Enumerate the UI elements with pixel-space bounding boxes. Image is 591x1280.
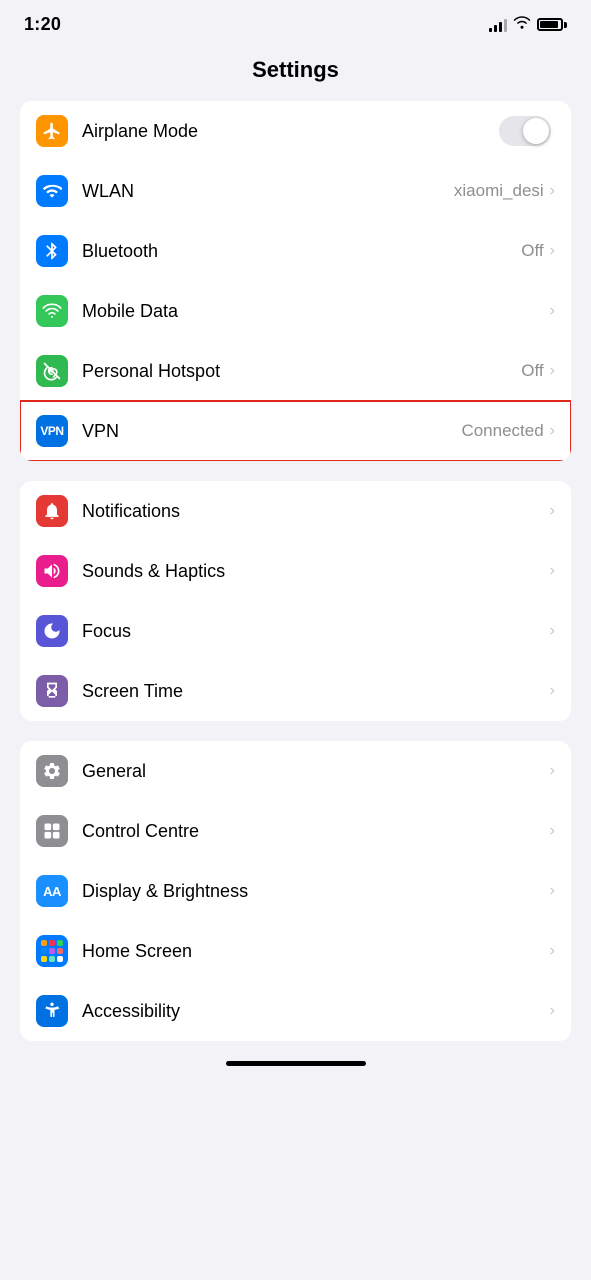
bluetooth-chevron: ›: [550, 242, 555, 260]
notifications-icon: [36, 495, 68, 527]
focus-chevron: ›: [550, 622, 555, 640]
personal-hotspot-chevron: ›: [550, 362, 555, 380]
battery-icon: [537, 18, 567, 31]
display-brightness-row[interactable]: AA Display & Brightness ›: [20, 861, 571, 921]
control-centre-label: Control Centre: [82, 821, 550, 842]
notifications-chevron: ›: [550, 502, 555, 520]
vpn-value: Connected: [461, 421, 543, 441]
personal-hotspot-row[interactable]: Personal Hotspot Off ›: [20, 341, 571, 401]
airplane-mode-icon: [36, 115, 68, 147]
vpn-row[interactable]: VPN VPN Connected ›: [20, 401, 571, 461]
status-icons: [489, 15, 567, 34]
connectivity-group: Airplane Mode WLAN xiaomi_desi › Bluetoo…: [20, 101, 571, 461]
sounds-haptics-label: Sounds & Haptics: [82, 561, 550, 582]
bluetooth-value: Off: [521, 241, 543, 261]
display-brightness-label: Display & Brightness: [82, 881, 550, 902]
vpn-icon: VPN: [36, 415, 68, 447]
sounds-haptics-chevron: ›: [550, 562, 555, 580]
sounds-haptics-row[interactable]: Sounds & Haptics ›: [20, 541, 571, 601]
accessibility-chevron: ›: [550, 1002, 555, 1020]
home-screen-chevron: ›: [550, 942, 555, 960]
wlan-value: xiaomi_desi: [454, 181, 544, 201]
personal-hotspot-value: Off: [521, 361, 543, 381]
wlan-chevron: ›: [550, 182, 555, 200]
personal-hotspot-label: Personal Hotspot: [82, 361, 521, 382]
airplane-mode-toggle[interactable]: [499, 116, 551, 146]
wlan-row[interactable]: WLAN xiaomi_desi ›: [20, 161, 571, 221]
wlan-icon: [36, 175, 68, 207]
notifications-group: Notifications › Sounds & Haptics › Focus…: [20, 481, 571, 721]
vpn-label: VPN: [82, 421, 461, 442]
accessibility-row[interactable]: Accessibility ›: [20, 981, 571, 1041]
home-screen-label: Home Screen: [82, 941, 550, 962]
general-label: General: [82, 761, 550, 782]
general-row[interactable]: General ›: [20, 741, 571, 801]
notifications-label: Notifications: [82, 501, 550, 522]
screen-time-chevron: ›: [550, 682, 555, 700]
airplane-mode-row[interactable]: Airplane Mode: [20, 101, 571, 161]
status-time: 1:20: [24, 14, 61, 35]
mobile-data-icon: [36, 295, 68, 327]
page-title: Settings: [0, 43, 591, 101]
home-screen-icon: [36, 935, 68, 967]
general-group: General › Control Centre › AA Display & …: [20, 741, 571, 1041]
general-chevron: ›: [550, 762, 555, 780]
home-screen-row[interactable]: Home Screen ›: [20, 921, 571, 981]
airplane-mode-label: Airplane Mode: [82, 121, 499, 142]
signal-icon: [489, 18, 507, 32]
wlan-label: WLAN: [82, 181, 454, 202]
display-brightness-icon: AA: [36, 875, 68, 907]
screen-time-icon: [36, 675, 68, 707]
display-brightness-chevron: ›: [550, 882, 555, 900]
bluetooth-icon: [36, 235, 68, 267]
status-bar: 1:20: [0, 0, 591, 43]
focus-row[interactable]: Focus ›: [20, 601, 571, 661]
sounds-haptics-icon: [36, 555, 68, 587]
mobile-data-chevron: ›: [550, 302, 555, 320]
accessibility-label: Accessibility: [82, 1001, 550, 1022]
accessibility-icon: [36, 995, 68, 1027]
screen-time-label: Screen Time: [82, 681, 550, 702]
vpn-chevron: ›: [550, 422, 555, 440]
home-indicator: [226, 1061, 366, 1066]
mobile-data-label: Mobile Data: [82, 301, 550, 322]
control-centre-chevron: ›: [550, 822, 555, 840]
mobile-data-row[interactable]: Mobile Data ›: [20, 281, 571, 341]
notifications-row[interactable]: Notifications ›: [20, 481, 571, 541]
general-icon: [36, 755, 68, 787]
personal-hotspot-icon: [36, 355, 68, 387]
screen-time-row[interactable]: Screen Time ›: [20, 661, 571, 721]
wifi-status-icon: [513, 15, 531, 34]
focus-icon: [36, 615, 68, 647]
focus-label: Focus: [82, 621, 550, 642]
control-centre-row[interactable]: Control Centre ›: [20, 801, 571, 861]
bluetooth-row[interactable]: Bluetooth Off ›: [20, 221, 571, 281]
bluetooth-label: Bluetooth: [82, 241, 521, 262]
control-centre-icon: [36, 815, 68, 847]
